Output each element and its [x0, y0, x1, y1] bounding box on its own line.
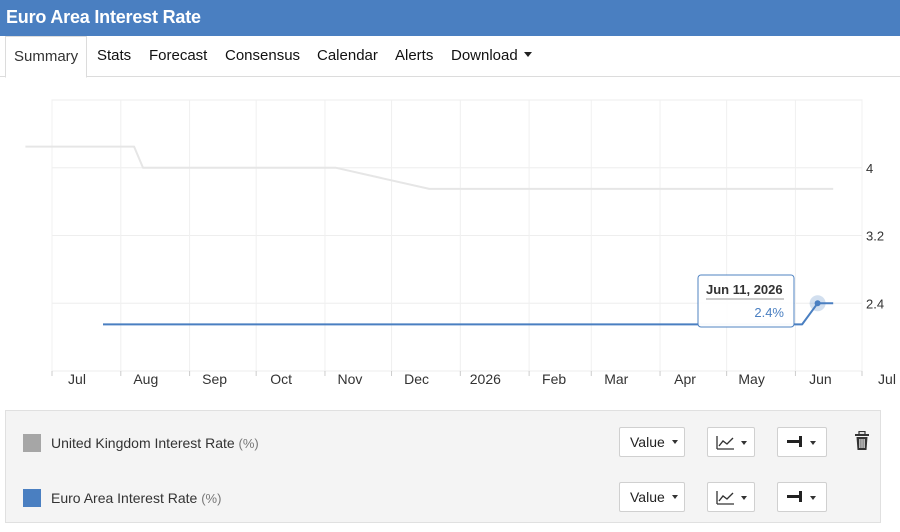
y-tick-label: 3.2 [866, 229, 884, 244]
tab-calendar-label: Calendar [317, 47, 378, 64]
x-tick-label: Mar [604, 371, 628, 387]
legend-row-uk: United Kingdom Interest Rate (%) Value [6, 423, 880, 463]
tab-stats[interactable]: Stats [97, 36, 131, 77]
x-tick-label: Feb [542, 371, 566, 387]
x-tick-label: Aug [133, 371, 158, 387]
line-style-dropdown[interactable] [777, 427, 827, 457]
value-type-dropdown[interactable]: Value [619, 482, 685, 512]
tab-download-label: Download [451, 47, 518, 64]
line-style-dropdown[interactable] [777, 482, 827, 512]
trash-icon[interactable] [854, 431, 870, 451]
value-type-label: Value [630, 434, 665, 450]
tooltip-date: Jun 11, 2026 [706, 282, 783, 297]
series-name-text: Euro Area Interest Rate [51, 490, 198, 506]
chevron-down-icon [671, 440, 678, 445]
x-tick-label: Jun [809, 371, 832, 387]
series-name-text: United Kingdom Interest Rate [51, 435, 235, 451]
legend-row-euro: Euro Area Interest Rate (%) Value [6, 478, 880, 518]
series-color-swatch[interactable] [23, 489, 41, 507]
tab-bar: Summary Stats Forecast Consensus Calenda… [0, 36, 900, 78]
tab-calendar[interactable]: Calendar [317, 36, 378, 77]
y-tick-label: 4 [866, 161, 873, 176]
line-chart-icon [716, 491, 747, 505]
chart-svg: 2.4 3.2 4 Jul Aug Sep Oct Nov Dec 2026 Feb Mar Apr Ma… [25, 99, 896, 387]
tab-alerts[interactable]: Alerts [395, 36, 433, 77]
series-legend: United Kingdom Interest Rate (%) Value E… [5, 410, 881, 523]
x-tick-label: Oct [270, 371, 292, 387]
value-type-label: Value [630, 489, 665, 505]
tooltip-value: 2.4% [754, 305, 784, 320]
line-style-icon [787, 491, 816, 502]
series-unit: (%) [238, 436, 259, 451]
tab-alerts-label: Alerts [395, 47, 434, 64]
line-style-icon [787, 436, 816, 447]
x-tick-label: Nov [338, 371, 363, 387]
chart-type-dropdown[interactable] [707, 427, 755, 457]
x-tick-label: May [738, 371, 764, 387]
chevron-down-icon [523, 51, 532, 57]
tab-forecast-label: Forecast [149, 47, 208, 64]
x-tick-label: Apr [674, 371, 696, 387]
x-tick-label: 2026 [470, 371, 501, 387]
y-tick-label: 2.4 [866, 296, 884, 311]
series-unit: (%) [201, 491, 222, 506]
tab-summary[interactable]: Summary [5, 36, 88, 78]
line-chart-icon [716, 436, 747, 450]
tab-consensus[interactable]: Consensus [225, 36, 300, 77]
x-tick-label: Dec [404, 371, 429, 387]
series-name: United Kingdom Interest Rate (%) [51, 435, 259, 451]
series-name: Euro Area Interest Rate (%) [51, 490, 221, 506]
chart-area: 2.4 3.2 4 Jul Aug Sep Oct Nov Dec 2026 Feb Mar Apr Ma… [0, 78, 900, 408]
tab-summary-label: Summary [14, 48, 79, 65]
tab-forecast[interactable]: Forecast [149, 36, 207, 77]
tab-download[interactable]: Download [451, 36, 532, 77]
x-tick-label: Jul [68, 371, 86, 387]
title-bar: Euro Area Interest Rate [0, 0, 900, 36]
value-type-dropdown[interactable]: Value [619, 427, 685, 457]
tab-stats-label: Stats [97, 47, 132, 64]
chevron-down-icon [671, 495, 678, 500]
series-color-swatch[interactable] [23, 434, 41, 452]
page-title: Euro Area Interest Rate [6, 7, 201, 27]
x-tick-label: Sep [202, 371, 227, 387]
tab-consensus-label: Consensus [225, 47, 301, 64]
hover-point [814, 300, 821, 307]
x-tick-label: Jul [878, 371, 896, 387]
chart-type-dropdown[interactable] [707, 482, 755, 512]
